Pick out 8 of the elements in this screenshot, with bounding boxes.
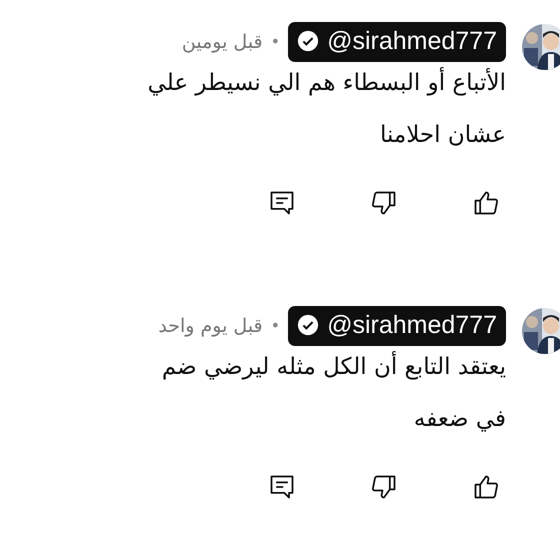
author-handle[interactable]: @sirahmed777 xyxy=(288,22,506,62)
separator-dot: • xyxy=(270,315,280,338)
comment-text: في ضعفه xyxy=(412,406,506,434)
author-handle[interactable]: @sirahmed777 xyxy=(288,306,506,346)
comment-text: عشان احلامنا xyxy=(378,122,506,150)
separator-dot: • xyxy=(270,31,280,54)
comment-time[interactable]: قبل يوم واحد xyxy=(158,312,263,340)
comment-time[interactable]: قبل يومين xyxy=(182,28,263,56)
